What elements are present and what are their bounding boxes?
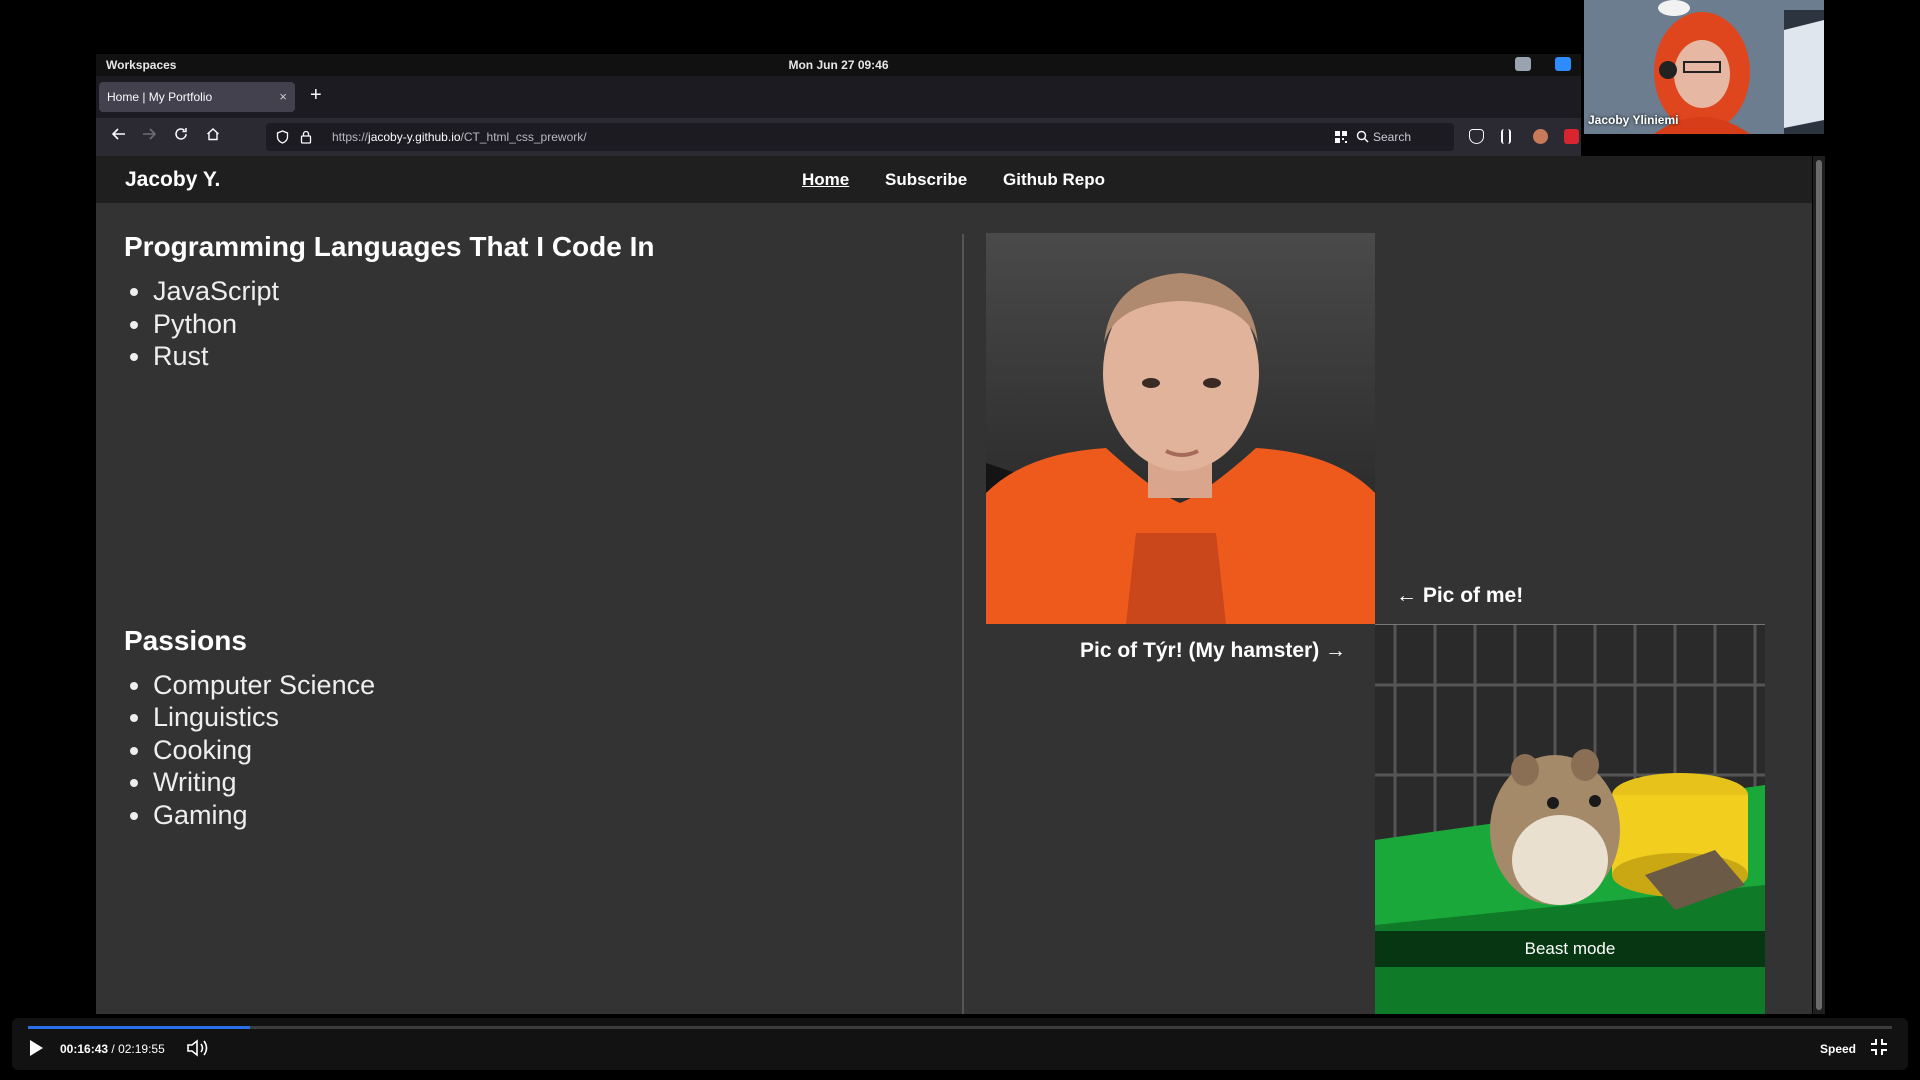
url-path: /CT_html_css_prework/ bbox=[460, 130, 587, 144]
system-top-bar: Workspaces Mon Jun 27 09:46 bbox=[96, 54, 1581, 76]
address-bar[interactable]: https://jacoby-y.github.io/CT_html_css_p… bbox=[266, 123, 1384, 151]
url-scheme: https:// bbox=[332, 130, 369, 144]
seek-bar-fill bbox=[28, 1026, 250, 1029]
browser-tab-strip: Home | My Portfolio × + bbox=[96, 76, 1581, 118]
nav-link-subscribe[interactable]: Subscribe bbox=[885, 170, 967, 190]
hamster-photo: Beast mode bbox=[1375, 625, 1765, 1014]
system-clock[interactable]: Mon Jun 27 09:46 bbox=[96, 58, 1581, 72]
languages-list: JavaScript Python Rust bbox=[153, 275, 944, 373]
languages-heading: Programming Languages That I Code In bbox=[124, 231, 655, 262]
left-column: Programming Languages That I Code In Jav… bbox=[124, 231, 944, 831]
list-item: JavaScript bbox=[153, 275, 944, 308]
page-scrollbar[interactable] bbox=[1813, 156, 1825, 1014]
list-item: Gaming bbox=[153, 799, 944, 832]
nav-link-home[interactable]: Home bbox=[802, 170, 849, 190]
speed-button[interactable]: Speed bbox=[1820, 1042, 1856, 1056]
site-header: Jacoby Y. Home Subscribe Github Repo bbox=[96, 156, 1812, 203]
tab-home-portfolio[interactable]: Home | My Portfolio × bbox=[99, 82, 295, 112]
library-icon[interactable] bbox=[1501, 129, 1511, 144]
search-input[interactable]: Search bbox=[1349, 123, 1454, 151]
site-brand[interactable]: Jacoby Y. bbox=[125, 168, 220, 192]
lock-icon[interactable] bbox=[300, 130, 312, 149]
column-divider bbox=[962, 234, 964, 1014]
search-icon bbox=[1356, 130, 1369, 146]
participant-name: Jacoby Yliniemi bbox=[1588, 113, 1679, 127]
seek-bar[interactable] bbox=[28, 1026, 1892, 1029]
list-item: Python bbox=[153, 308, 944, 341]
extension-avatar-icon[interactable] bbox=[1533, 129, 1548, 144]
video-player-controls: 00:16:43 / 02:19:55 Speed bbox=[12, 1018, 1908, 1070]
web-page: Jacoby Y. Home Subscribe Github Repo Pro… bbox=[96, 156, 1812, 1014]
tracking-shield-icon[interactable] bbox=[276, 130, 289, 149]
home-icon[interactable] bbox=[202, 126, 224, 148]
nav-link-github-repo[interactable]: Github Repo bbox=[1003, 170, 1105, 190]
current-time: 00:16:43 bbox=[60, 1042, 109, 1056]
passions-list: Computer Science Linguistics Cooking Wri… bbox=[153, 669, 944, 832]
list-item: Rust bbox=[153, 340, 944, 373]
tab-title: Home | My Portfolio bbox=[107, 90, 213, 104]
qr-code-icon[interactable] bbox=[1334, 130, 1348, 149]
play-icon[interactable] bbox=[26, 1038, 46, 1058]
new-tab-icon[interactable]: + bbox=[310, 84, 322, 107]
volume-icon[interactable] bbox=[186, 1038, 210, 1058]
hamster-caption: Pic of Týr! (My hamster) → bbox=[1080, 639, 1347, 662]
search-placeholder: Search bbox=[1373, 130, 1412, 144]
playback-time: 00:16:43 / 02:19:55 bbox=[60, 1042, 165, 1056]
pocket-icon[interactable] bbox=[1469, 129, 1484, 144]
reload-icon[interactable] bbox=[170, 126, 192, 148]
browser-nav-toolbar: https://jacoby-y.github.io/CT_html_css_p… bbox=[96, 118, 1581, 156]
zoom-tray-icon[interactable] bbox=[1555, 57, 1571, 71]
system-tray bbox=[1515, 57, 1571, 71]
forward-arrow-icon[interactable] bbox=[138, 126, 160, 148]
exit-fullscreen-icon[interactable] bbox=[1870, 1038, 1888, 1056]
back-arrow-icon[interactable] bbox=[108, 126, 130, 148]
list-item: Linguistics bbox=[153, 701, 944, 734]
chat-tray-icon[interactable] bbox=[1515, 57, 1531, 71]
time-separator: / bbox=[108, 1042, 119, 1056]
url-host: jacoby-y.github.io bbox=[368, 130, 461, 144]
extension-red-icon[interactable] bbox=[1564, 129, 1579, 144]
url-text[interactable]: https://jacoby-y.github.io/CT_html_css_p… bbox=[332, 130, 587, 144]
scrollbar-thumb[interactable] bbox=[1816, 160, 1822, 1010]
close-tab-icon[interactable]: × bbox=[279, 89, 287, 104]
list-item: Cooking bbox=[153, 734, 944, 767]
portrait-caption: ← Pic of me! bbox=[1396, 584, 1524, 607]
list-item: Computer Science bbox=[153, 669, 944, 702]
total-time: 02:19:55 bbox=[118, 1042, 165, 1056]
list-item: Writing bbox=[153, 766, 944, 799]
hamster-overlay-caption: Beast mode bbox=[1375, 931, 1765, 967]
portrait-photo bbox=[986, 233, 1375, 624]
webcam-feed: Jacoby Yliniemi bbox=[1584, 0, 1824, 134]
passions-heading: Passions bbox=[124, 624, 247, 656]
